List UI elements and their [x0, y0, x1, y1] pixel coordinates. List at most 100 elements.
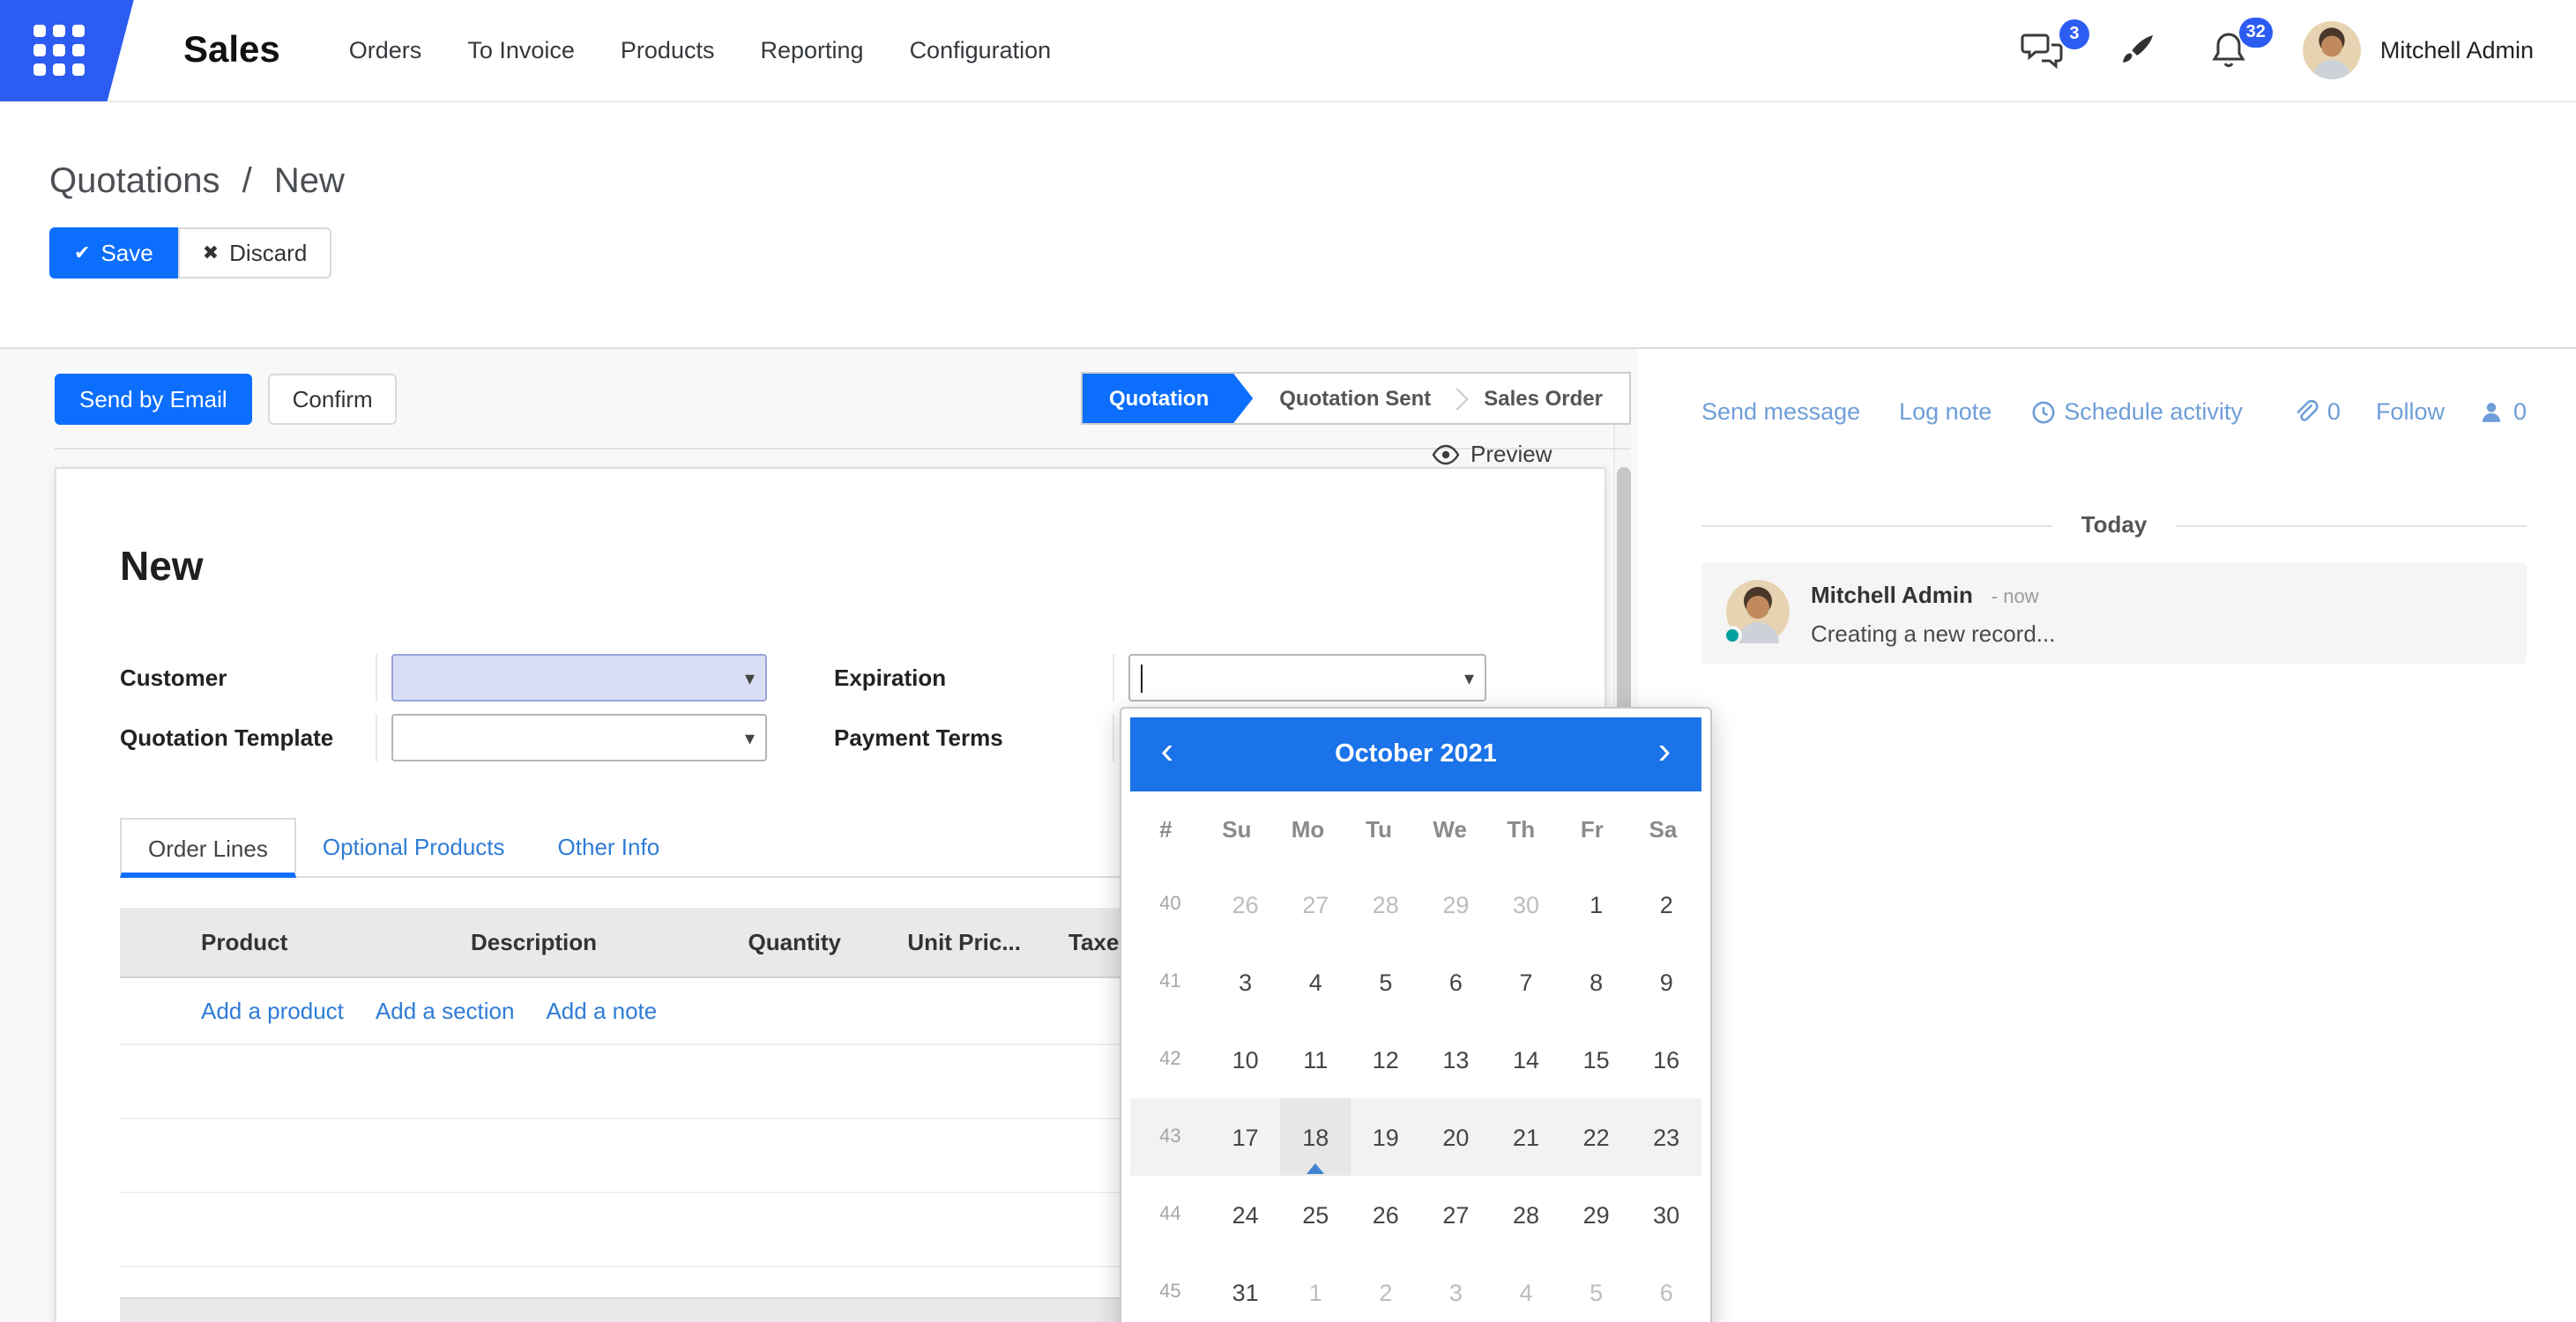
attachments-button[interactable]: 0: [2292, 398, 2341, 425]
list-add-link[interactable]: Add a section: [376, 998, 515, 1024]
datepicker: ‹ October 2021 › #SuMoTuWeThFrSa 4026272…: [1120, 707, 1712, 1322]
day-cell[interactable]: 30: [1491, 865, 1561, 943]
day-cell[interactable]: 1: [1561, 865, 1632, 943]
statusbar: Quotation Quotation Sent Sales Order: [1081, 372, 1631, 425]
log-note-button[interactable]: Log note: [1899, 398, 1992, 425]
day-cell[interactable]: 2: [1631, 865, 1701, 943]
day-cell[interactable]: 20: [1421, 1098, 1492, 1176]
day-cell[interactable]: 3: [1210, 943, 1281, 1021]
day-cell[interactable]: 8: [1561, 943, 1632, 1021]
day-cell[interactable]: 19: [1351, 1098, 1421, 1176]
brush-icon: [2118, 31, 2156, 70]
tab[interactable]: Other Info: [532, 818, 687, 876]
message-author[interactable]: Mitchell Admin: [1811, 582, 1973, 608]
weekday-label: Su: [1202, 815, 1273, 842]
activities-badge: 32: [2239, 18, 2273, 48]
top-menu: OrdersTo InvoiceProductsReportingConfigu…: [326, 21, 1074, 79]
top-menu-item[interactable]: Reporting: [737, 21, 886, 79]
statusbar-step[interactable]: Sales Order: [1457, 374, 1629, 423]
send-by-email-button[interactable]: Send by Email: [55, 373, 252, 424]
datepicker-title[interactable]: October 2021: [1130, 740, 1701, 769]
day-cell[interactable]: 24: [1210, 1176, 1281, 1253]
discard-button[interactable]: ✖ Discard: [178, 227, 332, 279]
day-cell[interactable]: 21: [1491, 1098, 1561, 1176]
confirm-button[interactable]: Confirm: [268, 373, 398, 424]
expiration-input[interactable]: ▾: [1128, 654, 1486, 702]
save-button-label: Save: [101, 240, 153, 266]
day-cell[interactable]: 13: [1421, 1021, 1492, 1098]
follow-button[interactable]: Follow: [2376, 398, 2445, 425]
paperclip-icon: [2292, 398, 2319, 425]
day-cell[interactable]: 10: [1210, 1021, 1281, 1098]
weekday-label: Tu: [1344, 815, 1415, 842]
list-add-link[interactable]: Add a product: [201, 998, 344, 1024]
activities-button[interactable]: 32: [2190, 18, 2267, 83]
day-cell[interactable]: 15: [1561, 1021, 1632, 1098]
day-cell[interactable]: 29: [1561, 1176, 1632, 1253]
datepicker-grid: 4026272829301241345678942101112131415164…: [1130, 865, 1701, 1322]
quotation-template-input[interactable]: ▾: [391, 714, 767, 761]
day-cell[interactable]: 16: [1631, 1021, 1701, 1098]
followers-count: 0: [2513, 398, 2527, 425]
day-cell[interactable]: 26: [1210, 865, 1281, 943]
day-cell[interactable]: 29: [1421, 865, 1492, 943]
tab[interactable]: Order Lines: [120, 818, 296, 878]
day-cell[interactable]: 1: [1280, 1253, 1351, 1322]
day-cell[interactable]: 28: [1491, 1176, 1561, 1253]
day-cell[interactable]: 23: [1631, 1098, 1701, 1176]
preview-button[interactable]: Preview: [1432, 441, 1552, 467]
customer-input[interactable]: ▾: [391, 654, 767, 702]
apps-menu-button[interactable]: [0, 0, 134, 101]
top-menu-item[interactable]: To Invoice: [444, 21, 598, 79]
weekday-label: Th: [1485, 815, 1557, 842]
day-cell[interactable]: 3: [1421, 1253, 1492, 1322]
followers-button[interactable]: 0: [2480, 398, 2527, 425]
datepicker-next-button[interactable]: ›: [1627, 732, 1701, 770]
statusbar-step[interactable]: Quotation: [1083, 374, 1253, 423]
column-header[interactable]: Description: [446, 929, 700, 955]
column-header[interactable]: Unit Pric...: [841, 929, 1021, 955]
app-name[interactable]: Sales: [183, 29, 280, 71]
day-cell[interactable]: 27: [1280, 865, 1351, 943]
day-cell[interactable]: 22: [1561, 1098, 1632, 1176]
column-header[interactable]: Quantity: [700, 929, 841, 955]
day-cell[interactable]: 6: [1631, 1253, 1701, 1322]
day-cell[interactable]: 30: [1631, 1176, 1701, 1253]
day-cell[interactable]: 25: [1280, 1176, 1351, 1253]
dropdown-caret-icon: ▾: [745, 666, 755, 689]
day-cell[interactable]: 14: [1491, 1021, 1561, 1098]
day-cell[interactable]: 4: [1280, 943, 1351, 1021]
day-cell[interactable]: 5: [1351, 943, 1421, 1021]
day-cell[interactable]: 2: [1351, 1253, 1421, 1322]
theme-brush-button[interactable]: [2098, 19, 2176, 82]
statusbar-step[interactable]: Quotation Sent: [1253, 374, 1457, 423]
tab[interactable]: Optional Products: [296, 818, 532, 876]
datepicker-week-row: 4424252627282930: [1130, 1176, 1701, 1253]
day-cell-today[interactable]: 18: [1280, 1098, 1351, 1176]
day-cell[interactable]: 6: [1421, 943, 1492, 1021]
day-cell[interactable]: 12: [1351, 1021, 1421, 1098]
datepicker-prev-button[interactable]: ‹: [1130, 732, 1204, 770]
day-cell[interactable]: 31: [1210, 1253, 1281, 1322]
day-cell[interactable]: 4: [1491, 1253, 1561, 1322]
day-cell[interactable]: 26: [1351, 1176, 1421, 1253]
send-message-button[interactable]: Send message: [1701, 398, 1860, 425]
day-cell[interactable]: 17: [1210, 1098, 1281, 1176]
schedule-activity-button[interactable]: Schedule activity: [2030, 398, 2243, 425]
day-cell[interactable]: 11: [1280, 1021, 1351, 1098]
top-menu-item[interactable]: Orders: [326, 21, 445, 79]
statusbar-step-label: Sales Order: [1484, 386, 1603, 411]
day-cell[interactable]: 28: [1351, 865, 1421, 943]
save-button[interactable]: ✔ Save: [49, 227, 178, 279]
day-cell[interactable]: 7: [1491, 943, 1561, 1021]
top-menu-item[interactable]: Products: [598, 21, 738, 79]
top-menu-item[interactable]: Configuration: [887, 21, 1075, 79]
list-add-link[interactable]: Add a note: [546, 998, 657, 1024]
user-menu[interactable]: Mitchell Admin: [2303, 21, 2534, 79]
day-cell[interactable]: 27: [1421, 1176, 1492, 1253]
day-cell[interactable]: 5: [1561, 1253, 1632, 1322]
column-header[interactable]: Product: [120, 929, 446, 955]
day-cell[interactable]: 9: [1631, 943, 1701, 1021]
breadcrumb-quotations[interactable]: Quotations: [49, 162, 220, 201]
messages-button[interactable]: 3: [2001, 19, 2084, 82]
